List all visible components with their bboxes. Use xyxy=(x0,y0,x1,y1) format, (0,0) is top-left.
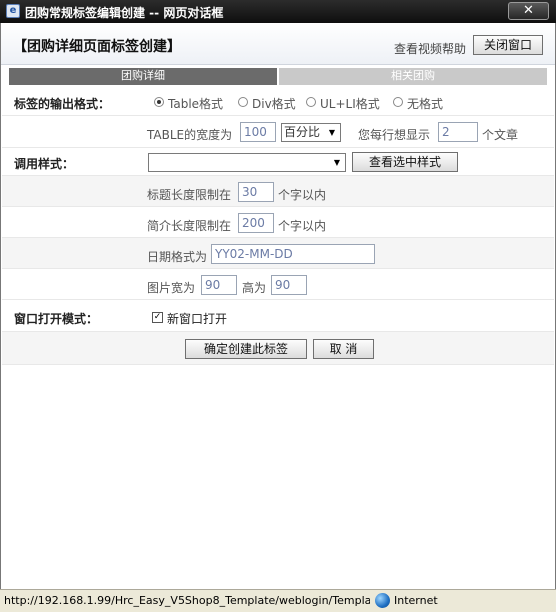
tab-bar: 团购详细 相关团购 xyxy=(9,68,547,85)
style-label: 调用样式： xyxy=(14,157,75,171)
intro-limit-unit: 个字以内 xyxy=(278,219,327,233)
width-unit-value: 百分比 xyxy=(284,125,321,139)
per-row-label: 您每行想显示 xyxy=(358,128,431,142)
window-mode-row: 窗口打开模式： ✓ 新窗口打开 xyxy=(2,300,554,332)
date-format-row: 日期格式为 YY02-MM-DD xyxy=(2,238,554,269)
radio-no-format[interactable] xyxy=(393,97,403,107)
image-height-label: 高为 xyxy=(242,281,267,295)
dialog-title: 团购常规标签编辑创建 -- 网页对话框 xyxy=(25,6,224,20)
radio-no-format-label: 无格式 xyxy=(407,97,444,111)
view-style-button[interactable]: 查看选中样式 xyxy=(352,152,458,172)
intro-limit-label: 简介长度限制在 xyxy=(147,219,232,233)
confirm-create-button[interactable]: 确定创建此标签 xyxy=(185,339,307,359)
new-window-label: 新窗口打开 xyxy=(167,312,228,326)
action-row: 确定创建此标签 取 消 xyxy=(2,332,554,365)
status-bar: http://192.168.1.99/Hrc_Easy_V5Shop8_Tem… xyxy=(0,589,556,612)
image-size-row: 图片宽为 90 高为 90 xyxy=(2,269,554,300)
date-format-label: 日期格式为 xyxy=(147,250,208,264)
security-zone: Internet xyxy=(394,594,438,607)
style-row: 调用样式： ▼ 查看选中样式 xyxy=(2,148,554,176)
title-limit-input[interactable]: 30 xyxy=(238,182,274,202)
table-width-input[interactable]: 100 xyxy=(240,122,276,142)
style-select[interactable]: ▼ xyxy=(148,153,346,172)
title-limit-label: 标题长度限制在 xyxy=(147,188,232,202)
radio-ul-li-format[interactable] xyxy=(306,97,316,107)
table-width-label: TABLE的宽度为 xyxy=(147,128,233,142)
intro-limit-input[interactable]: 200 xyxy=(238,213,274,233)
close-window-button[interactable]: 关闭窗口 xyxy=(473,35,543,55)
radio-ul-li-label: UL+LI格式 xyxy=(320,97,380,111)
window-mode-label: 窗口打开模式： xyxy=(14,312,99,326)
radio-table-format[interactable] xyxy=(154,97,164,107)
new-window-checkbox[interactable]: ✓ xyxy=(152,312,163,323)
status-url: http://192.168.1.99/Hrc_Easy_V5Shop8_Tem… xyxy=(4,594,370,607)
radio-div-label: Div格式 xyxy=(252,97,296,111)
internet-globe-icon xyxy=(375,593,390,608)
title-limit-row: 标题长度限制在 30 个字以内 xyxy=(2,176,554,207)
image-width-input[interactable]: 90 xyxy=(201,275,237,295)
table-width-row: TABLE的宽度为 100 百分比 ▼ 您每行想显示 2 个文章 xyxy=(2,116,554,148)
dialog-body: 【团购详细页面标签创建】 查看视频帮助 关闭窗口 团购详细 相关团购 标签的输出… xyxy=(0,23,556,589)
image-height-input[interactable]: 90 xyxy=(271,275,307,295)
cancel-button[interactable]: 取 消 xyxy=(313,339,374,359)
close-icon[interactable]: ✕ xyxy=(508,2,549,20)
intro-limit-row: 简介长度限制在 200 个字以内 xyxy=(2,207,554,238)
tab-groupbuy-detail[interactable]: 团购详细 xyxy=(9,68,277,85)
page-header: 【团购详细页面标签创建】 查看视频帮助 关闭窗口 xyxy=(1,23,555,65)
tab-related-groupbuy[interactable]: 相关团购 xyxy=(279,68,547,85)
chevron-down-icon: ▼ xyxy=(328,128,336,137)
chevron-down-icon: ▼ xyxy=(333,158,341,167)
output-format-row: 标签的输出格式： Table格式 Div格式 UL+LI格式 无格式 xyxy=(2,89,554,116)
video-help-link[interactable]: 查看视频帮助 xyxy=(394,40,466,57)
page-title: 【团购详细页面标签创建】 xyxy=(13,39,181,55)
output-format-label: 标签的输出格式： xyxy=(14,97,111,111)
image-width-label: 图片宽为 xyxy=(147,281,196,295)
width-unit-select[interactable]: 百分比 ▼ xyxy=(281,123,341,142)
ie-page-icon: e xyxy=(6,4,20,18)
dialog-title-bar: e 团购常规标签编辑创建 -- 网页对话框 ✕ xyxy=(0,0,556,23)
title-limit-unit: 个字以内 xyxy=(278,188,327,202)
radio-table-label: Table格式 xyxy=(168,97,224,111)
per-row-input[interactable]: 2 xyxy=(438,122,478,142)
date-format-input[interactable]: YY02-MM-DD xyxy=(211,244,375,264)
radio-div-format[interactable] xyxy=(238,97,248,107)
per-row-unit: 个文章 xyxy=(482,128,519,142)
